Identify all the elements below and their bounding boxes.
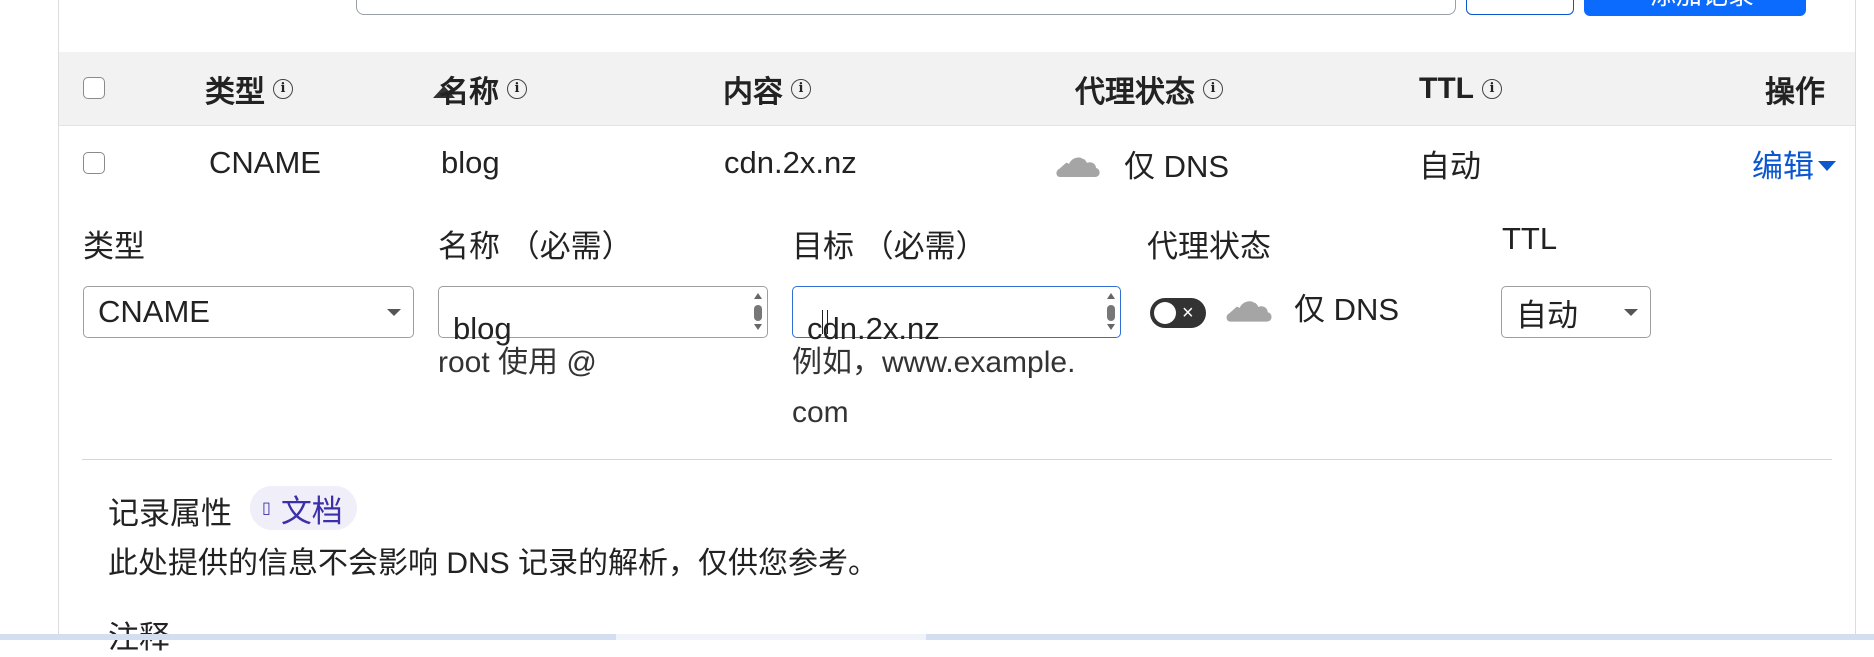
record-attributes-title: 记录属性 <box>108 496 232 531</box>
name-input[interactable]: blog <box>438 286 768 346</box>
add-record-label: 添加记录 <box>1650 0 1754 10</box>
info-icon[interactable]: i <box>507 78 527 99</box>
search-input[interactable] <box>356 0 1456 15</box>
page-right-border <box>1855 0 1856 640</box>
form-ttl-label: TTL <box>1502 221 1558 256</box>
chevron-down-icon <box>387 309 401 316</box>
row-ttl: 自动 <box>1419 148 1481 184</box>
form-proxy-label: 代理状态 <box>1147 229 1271 264</box>
form-target-label: 目标 （必需） <box>792 229 987 264</box>
type-select[interactable]: CNAME <box>83 286 414 338</box>
column-header-type[interactable]: 类型 i <box>205 52 293 125</box>
docs-link[interactable]: ▯ 文档 <box>250 486 357 530</box>
docs-link-label: 文档 <box>280 493 343 529</box>
close-icon: × <box>1182 302 1194 324</box>
book-icon: ▯ <box>262 500 271 517</box>
secondary-toolbar-button[interactable] <box>1466 0 1574 15</box>
resize-handle-icon[interactable] <box>1106 293 1116 331</box>
column-header-actions: 操作 <box>1765 52 1825 125</box>
toggle-knob <box>1154 302 1176 324</box>
resize-handle-icon[interactable] <box>753 293 763 331</box>
section-divider <box>82 459 1832 460</box>
cloud-icon <box>1056 150 1100 177</box>
column-header-actions-label: 操作 <box>1765 75 1825 109</box>
target-hint-line-2: com <box>792 396 849 429</box>
type-select-value: CNAME <box>98 294 210 329</box>
scrollbar-thumb[interactable] <box>616 634 926 640</box>
row-proxy-status-label: 仅 DNS <box>1124 148 1230 184</box>
row-proxy-status: 仅 DNS <box>1054 140 1229 186</box>
column-header-type-label: 类型 <box>205 75 265 109</box>
column-header-name-label: 名称 <box>439 75 499 109</box>
edit-link[interactable]: 编辑 <box>1752 141 1814 186</box>
row-name: blog <box>441 145 500 180</box>
select-all-checkbox[interactable] <box>83 77 105 99</box>
proxy-toggle[interactable]: × <box>1150 298 1206 328</box>
target-input[interactable]: cdn.2x.nz <box>792 286 1121 346</box>
info-icon[interactable]: i <box>1481 78 1502 99</box>
target-hint-line-1: 例如，www.example. <box>792 346 1076 379</box>
ttl-select-value: 自动 <box>1516 297 1578 333</box>
info-icon[interactable]: i <box>1203 78 1223 99</box>
form-name-label: 名称 （必需） <box>438 229 633 264</box>
chevron-down-icon[interactable] <box>1818 161 1836 171</box>
ttl-select[interactable]: 自动 <box>1501 286 1651 338</box>
column-header-name[interactable]: 名称 i <box>439 52 527 125</box>
row-type: CNAME <box>209 145 321 180</box>
chevron-down-icon <box>1624 309 1638 316</box>
column-header-proxy[interactable]: 代理状态 i <box>1075 52 1223 125</box>
table-header-row: 类型 i 名称 i 内容 i 代理状态 i TTL i 操作 <box>59 52 1855 126</box>
horizontal-scrollbar[interactable] <box>0 634 1874 640</box>
form-type-label: 类型 <box>83 229 145 264</box>
text-cursor-icon <box>822 310 828 334</box>
cloud-icon <box>1226 293 1272 322</box>
column-header-content-label: 内容 <box>723 75 783 109</box>
record-attributes-description: 此处提供的信息不会影响 DNS 记录的解析，仅供您参考。 <box>108 547 879 580</box>
column-header-ttl[interactable]: TTL i <box>1419 52 1502 125</box>
form-proxy-value: 仅 DNS <box>1294 292 1400 327</box>
column-header-ttl-label: TTL <box>1419 71 1474 105</box>
name-hint: root 使用 @ <box>438 346 597 379</box>
row-content: cdn.2x.nz <box>724 145 857 180</box>
edit-dropdown[interactable]: 编辑 <box>1752 140 1836 186</box>
info-icon[interactable]: i <box>273 78 293 99</box>
column-header-content[interactable]: 内容 i <box>723 52 811 125</box>
info-icon[interactable]: i <box>791 78 811 99</box>
column-header-proxy-label: 代理状态 <box>1075 75 1195 109</box>
add-record-button[interactable]: 添加记录 <box>1584 0 1806 16</box>
row-checkbox[interactable] <box>83 152 105 174</box>
